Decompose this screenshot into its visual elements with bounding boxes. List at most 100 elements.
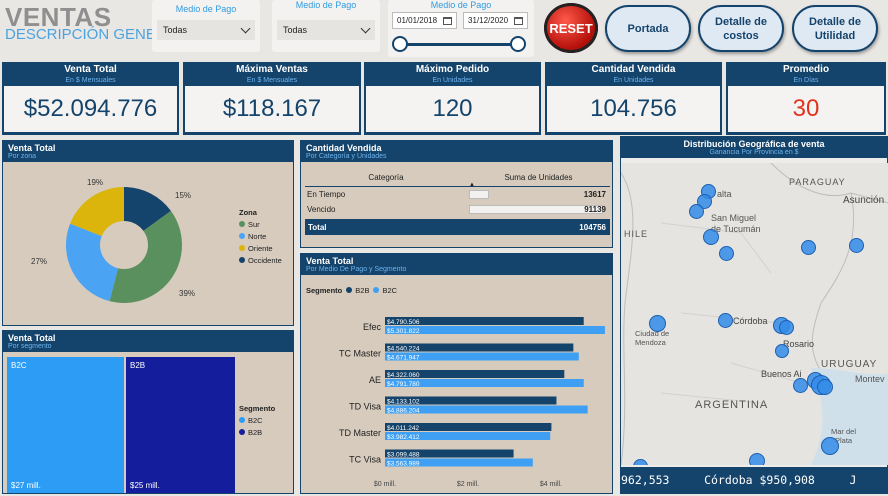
segmento-legend: Segmento B2C B2B [239, 403, 275, 439]
map-bubble[interactable] [718, 313, 733, 328]
legend-dot [239, 245, 245, 251]
map-bubble[interactable] [689, 204, 704, 219]
legend-dot [239, 221, 245, 227]
kpi-venta-total: Venta Total En $ Mensuales $52.094.776 [2, 62, 179, 135]
reset-button[interactable]: RESET [544, 3, 598, 53]
map-bubble[interactable] [749, 453, 765, 465]
map-label-montevideo: Montev [855, 374, 885, 384]
bar-value-label: $4.540.224 [387, 346, 420, 353]
legend-item-b2b[interactable]: B2B [346, 286, 369, 295]
medio-pago-dropdown-2[interactable]: Todas [277, 20, 375, 40]
map-bubble[interactable] [801, 240, 816, 255]
map-bubble[interactable] [817, 379, 833, 395]
legend-label: B2C [382, 286, 398, 295]
legend-item-norte[interactable]: Norte [239, 231, 282, 243]
legend-item-sur[interactable]: Sur [239, 219, 282, 231]
treemap-tile-b2c[interactable]: B2C $27 mill. [7, 357, 124, 493]
bar-value-label: $3.099.488 [387, 452, 420, 459]
table-row[interactable]: Vencido 91139 [305, 202, 610, 217]
card-header: Venta Total Por zona [3, 141, 293, 162]
table-header-row: Categoría Suma de Unidades ▲ [305, 169, 610, 188]
kpi-subtitle: En Unidades [613, 77, 654, 84]
kpi-subtitle: En $ Mensuales [65, 77, 116, 84]
filter-date-range: Medio de Pago 01/01/2018 31/12/2020 [388, 0, 534, 57]
legend-item-b2b[interactable]: B2B [239, 427, 275, 439]
card-header: Distribución Geográfica de venta Gananci… [621, 137, 887, 158]
legend-label: Occidente [248, 256, 282, 265]
start-date-input[interactable]: 01/01/2018 [392, 12, 457, 29]
legend-item-b2c[interactable]: B2C [373, 286, 397, 295]
portada-button[interactable]: Portada [605, 5, 691, 52]
end-date-value: 31/12/2020 [468, 16, 509, 25]
legend-label: B2B [248, 428, 263, 437]
treemap-tile-b2b[interactable]: B2B $25 mill. [126, 357, 235, 493]
slice-label-oriente: 19% [87, 178, 103, 187]
donut-slice-norte[interactable] [66, 223, 119, 302]
map-lines [621, 163, 888, 465]
card-header: Cantidad Vendida Por Categoría y Unidade… [301, 141, 612, 162]
end-date-input[interactable]: 31/12/2020 [463, 12, 528, 29]
map-bubble[interactable] [719, 246, 734, 261]
map-label-asuncion: Asunción [843, 195, 885, 206]
x-tick-label: $0 mill. [374, 481, 396, 488]
bar-value-label: $4.322.060 [387, 372, 420, 379]
column-header-categoria[interactable]: Categoría [305, 173, 467, 182]
map-label-uruguay: URUGUAY [821, 359, 878, 370]
kpi-subtitle: En Unidades [432, 77, 473, 84]
unidades-data-bar [469, 190, 489, 199]
medio-pago-dropdown-1[interactable]: Todas [157, 20, 255, 40]
kpi-promedio: Promedio En Días 30 [726, 62, 886, 135]
legend-item-occidente[interactable]: Occidente [239, 255, 282, 267]
map-label-tucuman-1: San Miguel [711, 213, 757, 223]
total-label: Total [308, 222, 327, 232]
map-canvas[interactable]: PARAGUAY Asunción alta San Miguel de Tuc… [621, 163, 888, 465]
calendar-icon [514, 16, 523, 25]
kpi-subtitle: En Días [793, 77, 819, 84]
map-bubble[interactable] [849, 238, 864, 253]
date-slider-start-handle[interactable] [392, 36, 408, 52]
map-label-chile: HILE [624, 229, 649, 239]
detalle-utilidad-label-2: Utilidad [814, 29, 856, 42]
map-label-mendoza-2: Mendoza [635, 338, 666, 347]
kpi-value: 120 [366, 86, 539, 132]
date-slider-end-handle[interactable] [510, 36, 526, 52]
map-bubble[interactable] [821, 437, 839, 455]
legend-label: Sur [248, 220, 260, 229]
map-bubble[interactable] [793, 378, 808, 393]
bar-value-label: $4.791.780 [387, 381, 420, 388]
venta-medio-card: Venta Total Por Medio De Pago y Segmento… [300, 253, 613, 494]
cantidad-table: Categoría Suma de Unidades ▲ En Tiempo 1… [305, 169, 610, 235]
kpi-title: Promedio [782, 64, 830, 75]
legend-title: Zona [239, 208, 257, 217]
table-row[interactable]: En Tiempo 13617 [305, 187, 610, 202]
column-header-unidades[interactable]: Suma de Unidades ▲ [467, 173, 610, 188]
map-bubble[interactable] [775, 344, 789, 358]
kpi-maxima-ventas: Máxima Ventas En $ Mensuales $118.167 [183, 62, 361, 135]
legend-item-b2c[interactable]: B2C [239, 415, 275, 427]
card-header: Venta Total Por segmento [3, 331, 293, 352]
x-tick-label: $2 mill. [457, 481, 479, 488]
dropdown-value: Todas [283, 25, 308, 35]
kpi-title: Venta Total [64, 64, 117, 75]
map-bubble[interactable] [703, 229, 719, 245]
map-bubble[interactable] [779, 320, 794, 335]
table-body: En Tiempo 13617 Vencido 91139 [305, 187, 610, 217]
card-title: Venta Total [8, 143, 56, 153]
detalle-utilidad-label-1: Detalle de [809, 15, 861, 28]
detalle-utilidad-button[interactable]: Detalle de Utilidad [792, 5, 878, 52]
kpi-subtitle: En $ Mensuales [246, 77, 298, 84]
map-bubble[interactable] [649, 315, 666, 332]
legend-item-oriente[interactable]: Oriente [239, 243, 282, 255]
legend-dot [373, 287, 380, 293]
date-slider-track[interactable] [400, 43, 518, 46]
legend-dot [239, 417, 245, 423]
card-subtitle: Por segmento [8, 343, 52, 350]
category-label: AE [369, 375, 381, 385]
detalle-costos-button[interactable]: Detalle de costos [698, 5, 784, 52]
chevron-down-icon [360, 23, 371, 33]
bar-chart: Efec $4.790.506 $5.301.822 TC Master $4.540.… [339, 317, 605, 488]
treemap-tile-label: B2C [11, 361, 27, 370]
bar-value-label: $3.982.412 [387, 434, 420, 441]
kpi-value: $118.167 [185, 86, 359, 132]
category-label: TC Master [339, 349, 381, 359]
